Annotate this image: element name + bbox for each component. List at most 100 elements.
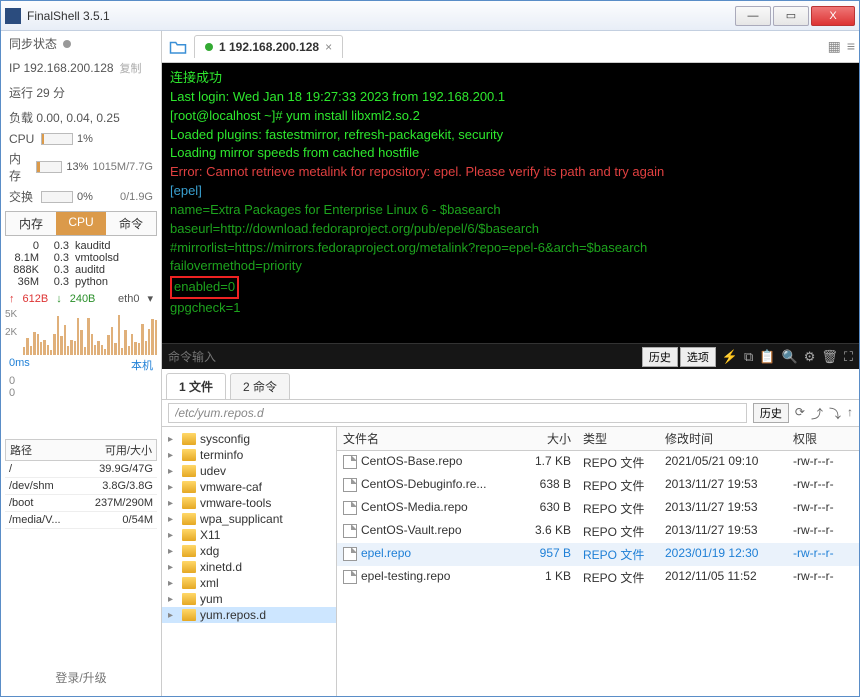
grid-view-icon[interactable]: ▦: [828, 38, 841, 55]
mem-meter: [36, 161, 63, 173]
file-row[interactable]: CentOS-Debuginfo.re...638 BREPO 文件2013/1…: [337, 474, 859, 497]
iface-chevron-icon[interactable]: ▾: [147, 292, 153, 305]
proc-row[interactable]: 8.1M0.3vmtoolsd: [5, 252, 157, 264]
close-button[interactable]: X: [811, 6, 855, 26]
proc-row[interactable]: 888K0.3auditd: [5, 264, 157, 276]
file-list[interactable]: 文件名 大小 类型 修改时间 权限 CentOS-Base.repo1.7 KB…: [337, 427, 859, 696]
file-row[interactable]: CentOS-Vault.repo3.6 KBREPO 文件2013/11/27…: [337, 520, 859, 543]
col-name[interactable]: 文件名: [337, 427, 517, 450]
disk-row[interactable]: /dev/shm3.8G/3.8G: [5, 478, 157, 495]
clear-icon[interactable]: 🗑: [821, 349, 838, 365]
mem-total: 1015M/7.7G: [92, 161, 153, 173]
tab-files[interactable]: 1 文件: [166, 373, 226, 399]
mem-label: 内存: [9, 150, 32, 184]
disk-hdr-path[interactable]: 路径: [6, 440, 70, 460]
options-button[interactable]: 选项: [680, 347, 716, 367]
fullscreen-icon[interactable]: ⛶: [844, 349, 853, 365]
tree-item[interactable]: ▸yum.repos.d: [162, 607, 336, 623]
file-icon: [343, 501, 357, 515]
swap-total: 0/1.9G: [97, 191, 153, 203]
net-iface[interactable]: eth0: [118, 293, 139, 305]
folder-icon: [182, 545, 196, 557]
titlebar: FinalShell 3.5.1 — ▭ X: [1, 1, 859, 31]
search-icon[interactable]: 🔍: [782, 349, 798, 365]
history-button[interactable]: 历史: [642, 347, 678, 367]
folder-icon: [182, 529, 196, 541]
swap-pct: 0%: [77, 191, 93, 203]
tree-item[interactable]: ▸xinetd.d: [162, 559, 336, 575]
term-line: baseurl=http://download.fedoraproject.or…: [170, 220, 851, 239]
terminal[interactable]: 连接成功 Last login: Wed Jan 18 19:27:33 202…: [162, 63, 859, 343]
disk-row[interactable]: /boot237M/290M: [5, 495, 157, 512]
proc-tab-cmd[interactable]: 命令: [106, 212, 156, 235]
term-line: failovermethod=priority: [170, 257, 851, 276]
gear-icon[interactable]: ⚙: [804, 349, 816, 365]
folder-icon: [182, 577, 196, 589]
swap-meter: [41, 191, 73, 203]
tree-item[interactable]: ▸yum: [162, 591, 336, 607]
minimize-button[interactable]: —: [735, 6, 771, 26]
tree-item[interactable]: ▸vmware-tools: [162, 495, 336, 511]
tree-item[interactable]: ▸xml: [162, 575, 336, 591]
term-line: [root@localhost ~]# yum install libxml2.…: [170, 107, 851, 126]
tree-item[interactable]: ▸sysconfig: [162, 431, 336, 447]
dir-tree[interactable]: ▸sysconfig▸terminfo▸udev▸vmware-caf▸vmwa…: [162, 427, 337, 696]
ip-label: IP 192.168.200.128: [9, 61, 114, 75]
disk-hdr-size[interactable]: 可用/大小: [70, 440, 156, 460]
disk-row[interactable]: /39.9G/47G: [5, 461, 157, 478]
latency-local[interactable]: 本机: [131, 357, 153, 373]
net-up-icon: ↑: [9, 293, 15, 305]
tree-item[interactable]: ▸vmware-caf: [162, 479, 336, 495]
file-row[interactable]: CentOS-Media.repo630 BREPO 文件2013/11/27 …: [337, 497, 859, 520]
col-date[interactable]: 修改时间: [659, 427, 787, 450]
download-icon[interactable]: ⤵: [829, 405, 841, 422]
mem-pct: 13%: [66, 161, 88, 173]
copy-icon[interactable]: ⧉: [744, 349, 753, 365]
tree-item[interactable]: ▸X11: [162, 527, 336, 543]
file-row[interactable]: epel-testing.repo1 KBREPO 文件2012/11/05 1…: [337, 566, 859, 589]
refresh-icon[interactable]: ⟳: [795, 405, 805, 422]
paste-icon[interactable]: 📋: [759, 349, 775, 365]
login-upgrade-link[interactable]: 登录/升级: [1, 659, 161, 696]
tree-item[interactable]: ▸udev: [162, 463, 336, 479]
term-line: Last login: Wed Jan 18 19:27:33 2023 fro…: [170, 88, 851, 107]
path-input[interactable]: [168, 403, 747, 423]
swap-label: 交换: [9, 188, 37, 205]
folder-icon: [182, 481, 196, 493]
term-line: Loading mirror speeds from cached hostfi…: [170, 144, 851, 163]
tab-commands[interactable]: 2 命令: [230, 373, 290, 399]
tab-close-icon[interactable]: ×: [325, 40, 332, 54]
folder-icon: [182, 497, 196, 509]
proc-row[interactable]: 36M0.3python: [5, 276, 157, 288]
file-row[interactable]: epel.repo957 BREPO 文件2023/01/19 12:30-rw…: [337, 543, 859, 566]
net-chart: 5K 2K: [5, 309, 157, 355]
net-down-icon: ↓: [56, 293, 62, 305]
tree-item[interactable]: ▸xdg: [162, 543, 336, 559]
proc-tab-mem[interactable]: 内存: [6, 212, 56, 235]
copy-link[interactable]: 复制: [120, 60, 142, 76]
folder-icon: [182, 449, 196, 461]
app-icon: [5, 8, 21, 24]
up-dir-icon[interactable]: ↑: [847, 405, 853, 422]
folder-icon: [182, 609, 196, 621]
col-size[interactable]: 大小: [517, 427, 577, 450]
col-perm[interactable]: 权限: [787, 427, 859, 450]
path-history-button[interactable]: 历史: [753, 403, 789, 423]
term-line: #mirrorlist=https://mirrors.fedoraprojec…: [170, 239, 851, 258]
connection-tab[interactable]: 1 192.168.200.128 ×: [194, 35, 343, 58]
sync-status-label: 同步状态: [9, 35, 57, 52]
file-row[interactable]: CentOS-Base.repo1.7 KBREPO 文件2021/05/21 …: [337, 451, 859, 474]
bolt-icon[interactable]: ⚡: [722, 349, 738, 365]
proc-tab-cpu[interactable]: CPU: [56, 212, 106, 235]
command-input[interactable]: [168, 350, 642, 364]
tree-item[interactable]: ▸terminfo: [162, 447, 336, 463]
tree-item[interactable]: ▸wpa_supplicant: [162, 511, 336, 527]
folder-icon: [182, 465, 196, 477]
col-type[interactable]: 类型: [577, 427, 659, 450]
proc-row[interactable]: 00.3kauditd: [5, 240, 157, 252]
maximize-button[interactable]: ▭: [773, 6, 809, 26]
open-folder-icon[interactable]: [166, 37, 190, 57]
upload-icon[interactable]: ⤴: [811, 405, 823, 422]
list-view-icon[interactable]: ≡: [847, 38, 855, 55]
disk-row[interactable]: /media/V...0/54M: [5, 512, 157, 529]
